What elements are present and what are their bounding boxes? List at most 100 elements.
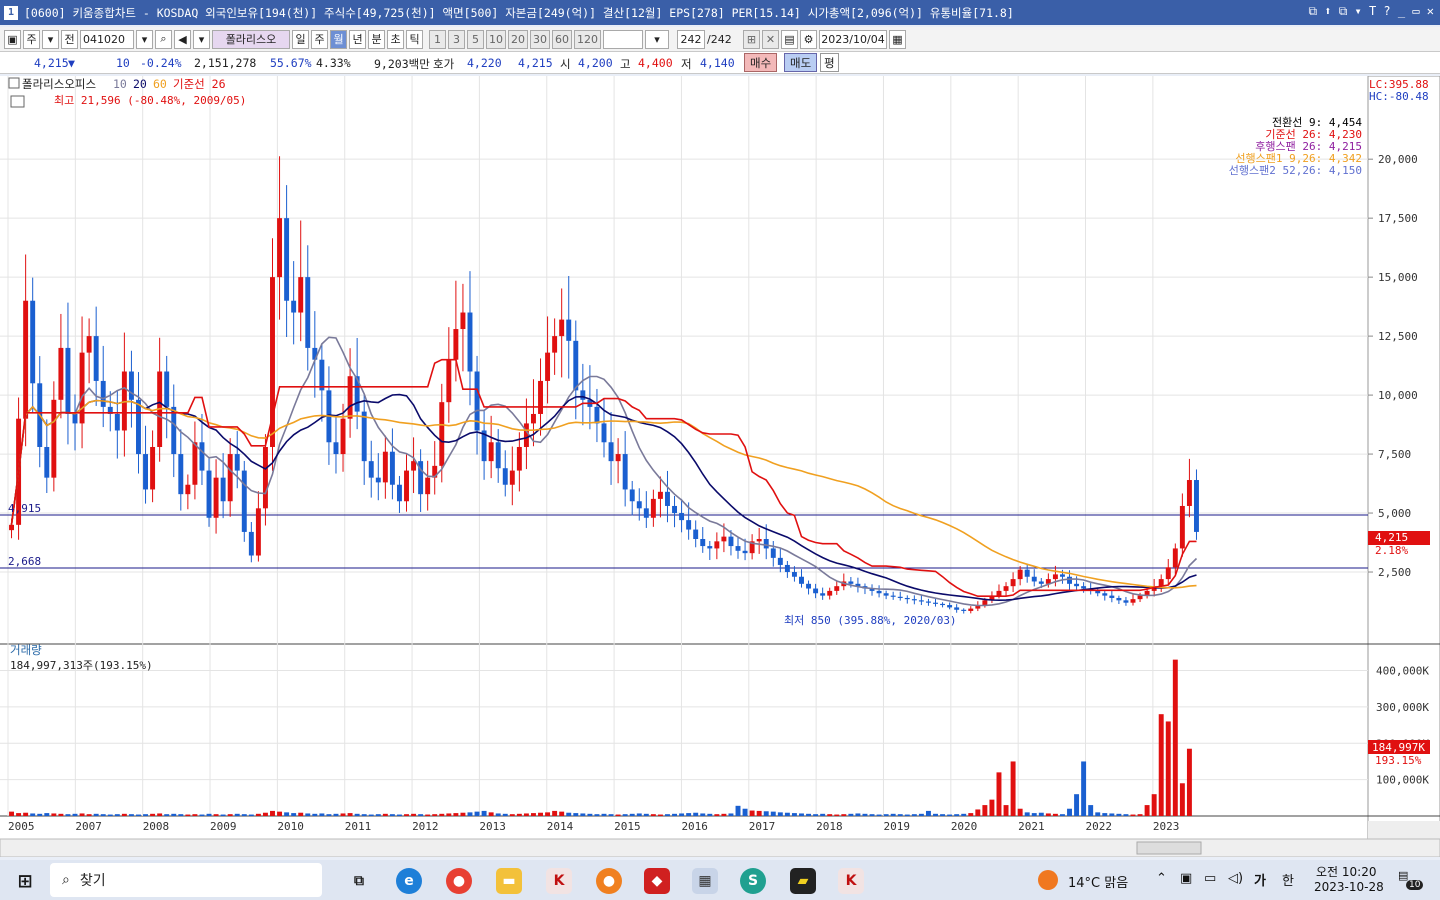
kiwoom-icon[interactable]: K: [546, 868, 572, 894]
task-view-icon[interactable]: ⧉: [346, 868, 372, 894]
search-icon[interactable]: ⌕: [155, 29, 172, 49]
file-explorer-icon[interactable]: ▬: [496, 868, 522, 894]
tray-app-icon[interactable]: ▣: [1180, 871, 1192, 886]
interval-button-0[interactable]: 1: [429, 29, 446, 49]
app-icon-red[interactable]: ◆: [644, 868, 670, 894]
buy-button[interactable]: 매수: [744, 53, 778, 72]
date-input[interactable]: 2023/10/04: [819, 29, 887, 49]
period-tab-6[interactable]: 틱: [406, 29, 423, 49]
interval-select[interactable]: [603, 29, 643, 49]
candle-body: [213, 477, 219, 518]
grid-icon[interactable]: ⊞: [743, 29, 760, 49]
volume-bar: [530, 813, 536, 816]
price-chart-svg[interactable]: 20,000 17,500 15,000 12,500 10,000 7,500 5,000…: [0, 75, 1440, 858]
period-tab-3[interactable]: 년: [349, 29, 366, 49]
interval-dropdown-icon[interactable]: ▾: [645, 29, 669, 49]
speaker-icon[interactable]: ◀: [174, 29, 191, 49]
notification-icon[interactable]: ▤: [1398, 869, 1408, 882]
volume-bar: [404, 814, 409, 816]
code-input[interactable]: 041020: [80, 29, 134, 49]
candle-body: [1179, 505, 1185, 549]
interval-button-3[interactable]: 10: [486, 29, 506, 49]
candle-body: [1010, 579, 1016, 587]
interval-button-5[interactable]: 30: [530, 29, 550, 49]
candle-body: [763, 538, 769, 549]
kiwoom-active-icon[interactable]: K: [838, 868, 864, 894]
chart-area[interactable]: 20,000 17,500 15,000 12,500 10,000 7,500 5,000…: [0, 75, 1440, 858]
low-label: 저: [681, 57, 692, 71]
clock-time[interactable]: 오전 10:20: [1316, 863, 1376, 880]
period-tab-2[interactable]: 월: [330, 29, 347, 49]
calendar-icon[interactable]: ▦: [889, 29, 906, 49]
window-controls[interactable]: ⧉ ⬆ ⧉ ▾ T ? _ ▭ ✕: [1308, 4, 1434, 19]
layout-icon[interactable]: ▣: [4, 29, 21, 49]
type-select[interactable]: 주: [23, 29, 40, 49]
interval-button-2[interactable]: 5: [467, 29, 484, 49]
weather-text[interactable]: 14°C 맑음: [1068, 872, 1128, 891]
volume-bar: [763, 811, 769, 816]
volume-bar: [989, 799, 995, 816]
chevron-down-icon[interactable]: ▾: [42, 29, 59, 49]
count-input[interactable]: 242: [677, 29, 705, 49]
ma-60-label: 60: [153, 77, 167, 91]
chrome-icon[interactable]: ●: [446, 868, 472, 894]
horizontal-line-label-1: 4,915: [8, 502, 41, 515]
candle-body: [305, 277, 311, 348]
candle-body: [890, 595, 896, 597]
candle-body: [23, 300, 29, 419]
y-tick-label: 10,000: [1378, 389, 1418, 402]
weather-icon[interactable]: [1038, 870, 1058, 890]
flat-button[interactable]: 평: [820, 53, 839, 72]
interval-button-1[interactable]: 3: [448, 29, 465, 49]
period-tab-0[interactable]: 일: [292, 29, 309, 49]
calculator-icon[interactable]: ▦: [692, 868, 718, 894]
windows-start-icon[interactable]: ⊞: [12, 868, 38, 894]
interval-button-4[interactable]: 20: [508, 29, 528, 49]
volume-bar: [629, 813, 635, 816]
candle-body: [1165, 567, 1171, 580]
code-dropdown-icon[interactable]: ▾: [136, 29, 153, 49]
save-icon[interactable]: ▤: [781, 29, 798, 49]
edge-browser-icon[interactable]: e: [396, 868, 422, 894]
taskbar-search[interactable]: ⌕ 찾기: [50, 863, 322, 897]
scroll-thumb[interactable]: [1136, 841, 1202, 855]
candle-body: [968, 608, 974, 611]
sell-button[interactable]: 매도: [784, 53, 818, 72]
app-icon-teal[interactable]: S: [740, 868, 766, 894]
gear-icon[interactable]: ⚙: [800, 29, 817, 49]
candle-body: [1017, 569, 1023, 580]
ime-mode[interactable]: 가: [1254, 870, 1266, 889]
network-icon[interactable]: ▭: [1204, 871, 1216, 886]
period-tab-1[interactable]: 주: [311, 29, 328, 49]
volume-panel-title: 거래량: [10, 643, 42, 657]
period-tab-4[interactable]: 분: [368, 29, 385, 49]
chart-toolbar: ▣ 주 ▾ 전 041020 ▾ ⌕ ◀ ▾ 폴라리스오 일주월년분초틱 135…: [0, 27, 1440, 52]
candle-body: [248, 531, 254, 556]
candle-body: [368, 461, 374, 478]
volume-bar: [1137, 814, 1143, 816]
sticky-notes-icon[interactable]: ▰: [790, 868, 816, 894]
candle-body: [679, 513, 685, 521]
volume-bar: [368, 814, 374, 816]
period-tab-5[interactable]: 초: [387, 29, 404, 49]
volume-bar: [911, 814, 917, 816]
volume-bar: [940, 814, 946, 816]
stock-name[interactable]: 폴라리스오: [212, 29, 290, 49]
candle-body: [206, 470, 212, 518]
interval-button-7[interactable]: 120: [574, 29, 601, 49]
volume-bar: [439, 813, 445, 816]
crosshair-icon[interactable]: ✕: [762, 29, 779, 49]
horizontal-scrollbar[interactable]: [0, 838, 1440, 858]
interval-button-6[interactable]: 60: [552, 29, 572, 49]
ime-lang[interactable]: 한: [1282, 870, 1294, 889]
clock-date[interactable]: 2023-10-28: [1314, 880, 1384, 894]
candle-body: [925, 601, 931, 603]
prefix-button[interactable]: 전: [61, 29, 78, 49]
app-icon-orange[interactable]: ●: [596, 868, 622, 894]
candle-body: [629, 489, 635, 502]
tray-chevron-icon[interactable]: ⌃: [1156, 871, 1167, 886]
volume-icon[interactable]: ◁): [1228, 871, 1243, 886]
volume-bar: [164, 814, 170, 816]
candle-body: [192, 442, 198, 485]
menu-dropdown-icon[interactable]: ▾: [193, 29, 210, 49]
